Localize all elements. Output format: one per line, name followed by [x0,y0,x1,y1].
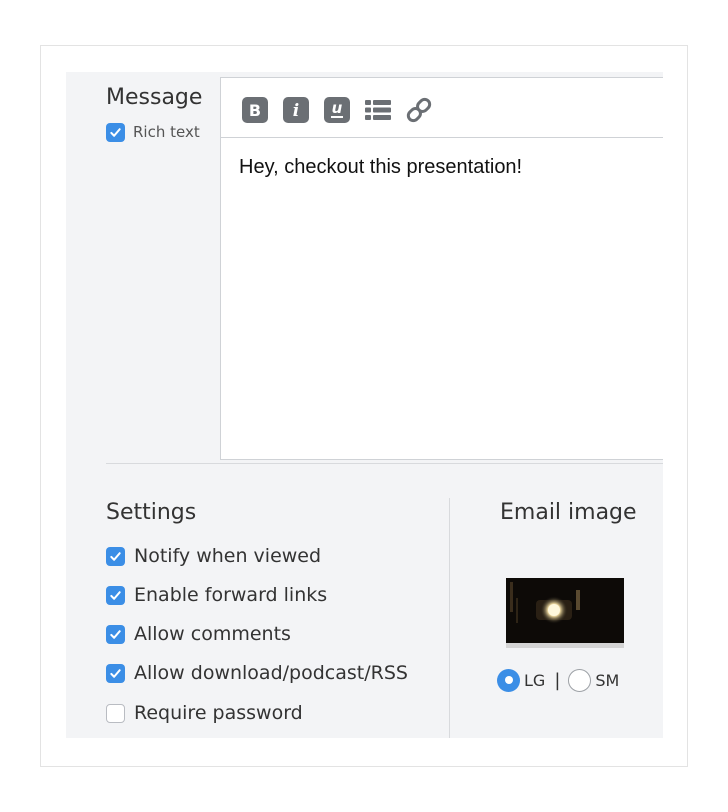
checkmark-icon [110,127,121,137]
setting-label: Allow comments [134,623,291,645]
size-sm-radio[interactable] [568,668,592,692]
editor-toolbar: B i u [221,78,663,138]
setting-require-password[interactable]: Require password [106,701,303,725]
setting-allow-comments[interactable]: Allow comments [106,622,291,646]
message-label: Message [106,85,203,110]
rich-text-toggle[interactable]: Rich text [106,121,200,143]
message-editor[interactable]: B i u Hey, checkout this presentation! [220,77,663,460]
email-thumbnail [506,578,624,648]
list-icon[interactable] [364,96,392,124]
rich-text-label: Rich text [133,123,200,141]
download-checkbox[interactable] [106,663,125,683]
checkmark-icon [110,590,121,600]
email-image-title: Email image [500,500,637,525]
section-divider [106,463,663,464]
setting-label: Require password [134,702,303,724]
comments-checkbox[interactable] [106,624,125,644]
image-size-selector: LG | SM [497,668,619,692]
svg-text:i: i [293,101,299,121]
svg-text:u: u [332,99,343,117]
size-separator: | [554,669,561,691]
forward-links-checkbox[interactable] [106,585,125,605]
setting-label: Allow download/podcast/RSS [134,662,408,684]
link-icon[interactable] [405,96,433,124]
checkmark-icon [110,551,121,561]
message-text[interactable]: Hey, checkout this presentation! [239,156,522,179]
column-divider [449,498,450,738]
settings-title: Settings [106,500,197,525]
underline-icon[interactable]: u [323,96,351,124]
setting-allow-download[interactable]: Allow download/podcast/RSS [106,661,408,685]
rich-text-checkbox[interactable] [106,122,125,142]
password-checkbox[interactable] [106,703,125,723]
setting-label: Enable forward links [134,584,328,606]
size-sm-label[interactable]: SM [595,671,619,690]
bold-icon[interactable]: B [241,96,269,124]
setting-notify-when-viewed[interactable]: Notify when viewed [106,544,321,568]
setting-label: Notify when viewed [134,545,322,567]
notify-checkbox[interactable] [106,546,125,566]
size-lg-label[interactable]: LG [524,671,545,690]
svg-text:B: B [249,101,261,120]
checkmark-icon [110,668,121,678]
italic-icon[interactable]: i [282,96,310,124]
setting-enable-forward-links[interactable]: Enable forward links [106,583,327,607]
checkmark-icon [110,629,121,639]
size-lg-radio[interactable] [497,668,520,692]
